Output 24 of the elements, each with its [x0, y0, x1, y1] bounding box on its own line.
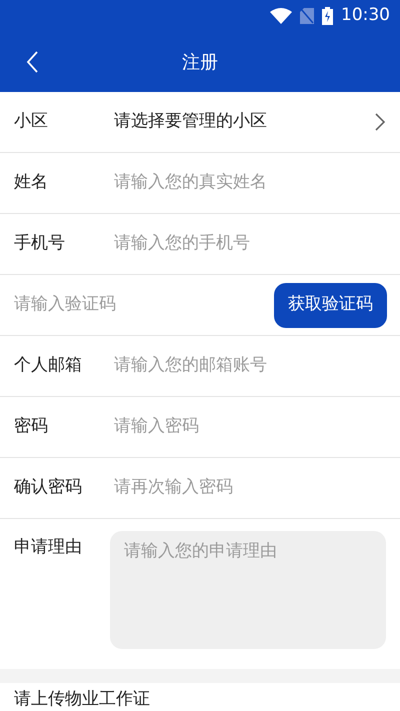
back-icon — [26, 51, 38, 73]
input-field[interactable]: 请输入您的真实姓名 — [114, 170, 386, 196]
community-select[interactable]: 请选择要管理的小区 — [114, 109, 386, 135]
input-field[interactable]: 请再次输入密码 — [114, 475, 386, 501]
field-label: 个人邮箱 — [14, 354, 83, 378]
field-label: 密码 — [14, 415, 49, 438]
input-field[interactable]: 请输入密码 — [114, 414, 386, 440]
reason-text-area[interactable]: 请输入您的申请理由 — [110, 531, 386, 649]
input-field[interactable]: 请输入您的邮箱账号 — [114, 353, 386, 379]
upload-label: 请上传物业工作证 — [14, 689, 150, 709]
field-label: 姓名 — [14, 171, 49, 194]
get-code-button[interactable]: 获取验证码 — [274, 282, 387, 328]
field-label: 手机号 — [14, 232, 66, 256]
no-sim-icon — [300, 8, 314, 24]
page-title: 注册 — [182, 50, 218, 74]
wifi-icon — [270, 8, 292, 24]
input-field[interactable]: 请输入您的手机号 — [114, 231, 386, 257]
field-label: 小区 — [14, 110, 49, 134]
field-label: 申请理由 — [14, 536, 83, 559]
field-label: 确认密码 — [14, 476, 83, 500]
status-time: 10:30 — [341, 4, 390, 28]
chevron-right-icon — [374, 112, 386, 132]
battery-charging-icon — [322, 7, 333, 25]
code-input-field[interactable]: 请输入验证码 — [14, 292, 274, 318]
